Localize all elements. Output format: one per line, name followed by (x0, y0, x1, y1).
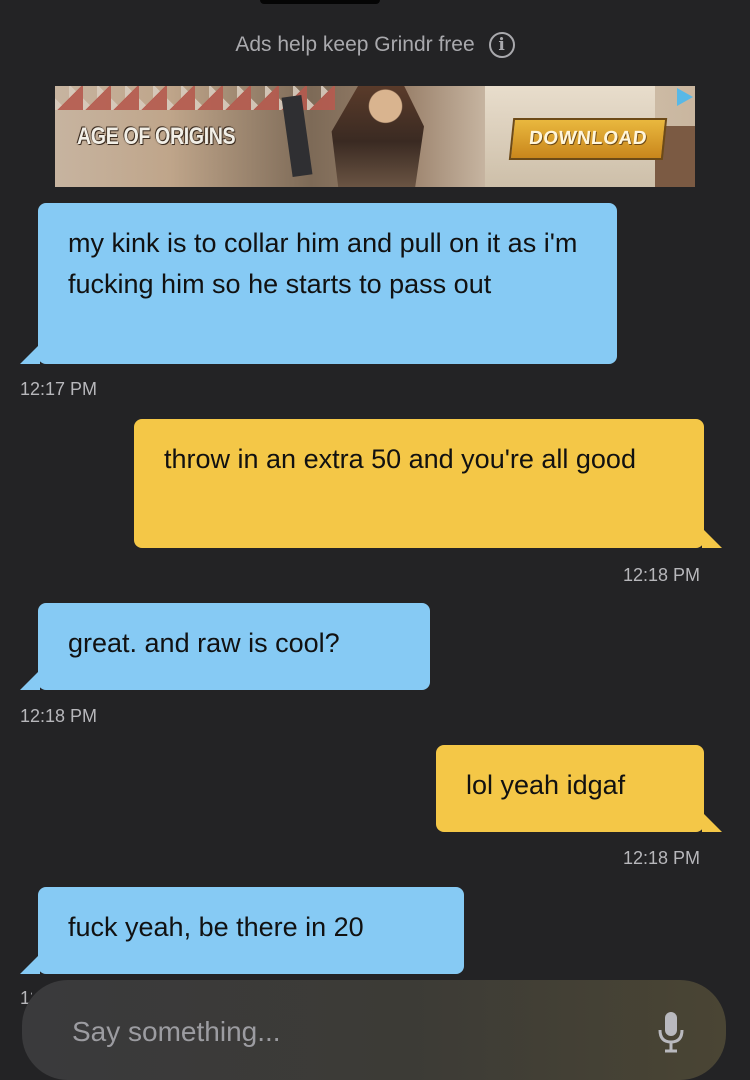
message-text: fuck yeah, be there in 20 (68, 912, 364, 942)
message-composer[interactable] (22, 980, 726, 1080)
message-timestamp: 12:18 PM (622, 565, 700, 585)
message-bubble-incoming[interactable]: great. and raw is cool? (20, 603, 430, 690)
ad-banner[interactable]: AGE OF ORIGINS DOWNLOAD (55, 86, 695, 187)
message-timestamp: 12:18 PM (20, 706, 98, 726)
ad-game-logo: AGE OF ORIGINS (77, 123, 236, 150)
message-bubble-outgoing[interactable]: throw in an extra 50 and you're all good (134, 419, 722, 548)
message-timestamp: 12:18 PM (622, 848, 700, 868)
ad-download-button[interactable]: DOWNLOAD (508, 118, 668, 160)
message-bubble-incoming[interactable]: fuck yeah, be there in 20 (20, 887, 464, 974)
message-input[interactable] (72, 1016, 592, 1048)
message-text: throw in an extra 50 and you're all good (164, 444, 636, 474)
microphone-icon[interactable] (656, 1010, 686, 1054)
message-text: lol yeah idgaf (466, 770, 626, 800)
info-icon[interactable]: i (488, 32, 515, 58)
message-text: my kink is to collar him and pull on it … (68, 228, 578, 299)
play-icon[interactable] (677, 88, 693, 106)
ad-character-graphic (331, 86, 424, 187)
status-notch (260, 0, 380, 4)
message-timestamp: 12:17 PM (20, 379, 98, 399)
message-bubble-incoming[interactable]: my kink is to collar him and pull on it … (20, 203, 617, 364)
message-bubble-outgoing[interactable]: lol yeah idgaf (436, 745, 722, 832)
ad-header-text: Ads help keep Grindr free (235, 33, 475, 56)
message-text: great. and raw is cool? (68, 628, 340, 658)
ad-header: Ads help keep Grindr free i (0, 28, 750, 62)
